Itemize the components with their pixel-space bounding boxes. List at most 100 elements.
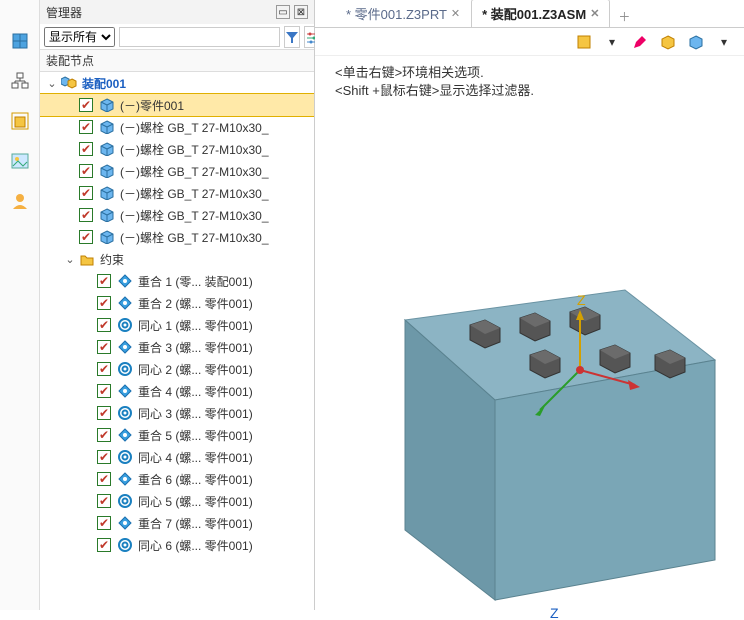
tree-row[interactable]: ✔重合 7 (螺... 零件001) (40, 512, 314, 534)
tree-twisty-icon[interactable]: ⌄ (46, 77, 58, 90)
tree-row[interactable]: ✔同心 3 (螺... 零件001) (40, 402, 314, 424)
toolbar-cube-icon[interactable] (9, 30, 31, 52)
tree-checkbox[interactable]: ✔ (97, 450, 111, 464)
tree-checkbox[interactable]: ✔ (97, 340, 111, 354)
tree-checkbox[interactable]: ✔ (97, 538, 111, 552)
document-tabs: * 零件001.Z3PRT✕* 装配001.Z3ASM✕＋ (315, 0, 744, 28)
tree-row[interactable]: ✔ 重合 1 (零... 装配001) (40, 270, 314, 292)
tree-row[interactable]: ⌄装配001 (40, 72, 314, 94)
tree-checkbox[interactable]: ✔ (97, 296, 111, 310)
tree-row[interactable]: ✔同心 5 (螺... 零件001) (40, 490, 314, 512)
coincident-icon (117, 273, 133, 289)
toolbar-box-icon[interactable] (9, 110, 31, 132)
tree-checkbox[interactable]: ✔ (79, 164, 93, 178)
scene-3d[interactable]: Z Z (315, 90, 744, 610)
tree-row[interactable]: ✔ 同心 6 (螺... 零件001) (40, 534, 314, 556)
folder-icon (79, 251, 95, 267)
tree-row[interactable]: ✔同心 1 (螺... 零件001) (40, 314, 314, 336)
document-tab[interactable]: * 装配001.Z3ASM✕ (471, 0, 610, 27)
axis-z-label: Z (577, 292, 586, 308)
tree-checkbox[interactable]: ✔ (97, 384, 111, 398)
tree-checkbox[interactable]: ✔ (97, 516, 111, 530)
toolbar-image-icon[interactable] (9, 150, 31, 172)
tree-row[interactable]: ✔(－)螺栓 GB_T 27-M10x30_ (40, 182, 314, 204)
viewport: * 零件001.Z3PRT✕* 装配001.Z3ASM✕＋ ▾ ▾ <单击右键>… (315, 0, 744, 610)
assembly-tree[interactable]: ⌄装配001✔(－)零件001✔(－)螺栓 GB_T 27-M10x30_✔(－… (40, 72, 314, 610)
panel-minimize-icon[interactable]: ▭ (276, 5, 290, 19)
tree-row[interactable]: ✔ 重合 2 (螺... 零件001) (40, 292, 314, 314)
tree-checkbox[interactable]: ✔ (97, 318, 111, 332)
view-toolbar: ▾ ▾ (315, 28, 744, 56)
display-mode-select[interactable]: 显示所有 (44, 27, 115, 47)
tree-label: 重合 4 (螺... 零件001) (136, 383, 253, 400)
view-dropdown-icon[interactable]: ▾ (602, 32, 622, 52)
coincident-icon (117, 383, 133, 399)
tree-label: 重合 6 (螺... 零件001) (136, 471, 253, 488)
tree-label: (－)零件001 (118, 97, 184, 114)
tree-checkbox[interactable]: ✔ (79, 186, 93, 200)
tree-section-header: 装配节点 (40, 50, 314, 72)
tab-add-button[interactable]: ＋ (610, 6, 638, 27)
tree-row[interactable]: ✔(－)螺栓 GB_T 27-M10x30_ (40, 204, 314, 226)
panel-header: 管理器 ▭ ⊠ (40, 0, 314, 24)
filter-funnel-icon[interactable] (284, 26, 300, 48)
panel-title: 管理器 (46, 4, 82, 21)
tree-label: 重合 5 (螺... 零件001) (136, 427, 253, 444)
tree-row[interactable]: ✔ 重合 5 (螺... 零件001) (40, 424, 314, 446)
tree-row[interactable]: ✔重合 3 (螺... 零件001) (40, 336, 314, 358)
tree-checkbox[interactable]: ✔ (79, 120, 93, 134)
toolbar-hierarchy-icon[interactable] (9, 70, 31, 92)
coincident-icon (117, 427, 133, 443)
tree-row[interactable]: ✔ (－)零件001 (40, 94, 314, 116)
tree-label: 重合 1 (零... 装配001) (136, 273, 253, 290)
tree-row[interactable]: ✔(－)螺栓 GB_T 27-M10x30_ (40, 160, 314, 182)
bottom-axis-label: Z (550, 605, 559, 620)
tree-row[interactable]: ✔同心 2 (螺... 零件001) (40, 358, 314, 380)
tree-checkbox[interactable]: ✔ (79, 98, 93, 112)
tree-checkbox[interactable]: ✔ (97, 406, 111, 420)
coincident-icon (117, 295, 133, 311)
tree-checkbox[interactable]: ✔ (97, 362, 111, 376)
tree-row[interactable]: ✔(－)螺栓 GB_T 27-M10x30_ (40, 138, 314, 160)
coincident-icon (117, 471, 133, 487)
block-model[interactable]: Z Z (345, 200, 744, 620)
toolbar-user-icon[interactable] (9, 190, 31, 212)
tree-checkbox[interactable]: ✔ (97, 274, 111, 288)
tree-checkbox[interactable]: ✔ (97, 494, 111, 508)
part-icon (99, 141, 115, 157)
view-btn-1[interactable] (574, 32, 594, 52)
tree-label: 约束 (98, 251, 124, 268)
tree-row[interactable]: ✔ (－)螺栓 GB_T 27-M10x30_ (40, 226, 314, 248)
tab-close-icon[interactable]: ✕ (590, 7, 599, 20)
document-tab[interactable]: * 零件001.Z3PRT ✕ (335, 0, 471, 27)
tree-label: 重合 2 (螺... 零件001) (136, 295, 253, 312)
tree-twisty-icon[interactable]: ⌄ (64, 253, 76, 266)
tree-row[interactable]: ✔同心 4 (螺... 零件001) (40, 446, 314, 468)
tree-row[interactable]: ⌄ 约束 (40, 248, 314, 270)
concentric-icon (117, 493, 133, 509)
tree-checkbox[interactable]: ✔ (79, 142, 93, 156)
concentric-icon (117, 361, 133, 377)
view-dropdown-icon-2[interactable]: ▾ (714, 32, 734, 52)
view-btn-cube2[interactable] (686, 32, 706, 52)
tab-close-icon[interactable]: ✕ (451, 7, 460, 20)
concentric-icon (117, 405, 133, 421)
tree-row[interactable]: ✔ 重合 4 (螺... 零件001) (40, 380, 314, 402)
tree-row[interactable]: ✔ 重合 6 (螺... 零件001) (40, 468, 314, 490)
part-icon (99, 97, 115, 113)
tree-label: (－)螺栓 GB_T 27-M10x30_ (118, 229, 269, 246)
tree-label: 同心 6 (螺... 零件001) (136, 537, 253, 554)
tree-checkbox[interactable]: ✔ (79, 208, 93, 222)
manager-panel: 管理器 ▭ ⊠ 显示所有 装配节点 ⌄装配001✔(－)零件001✔(－)螺栓 … (40, 0, 315, 610)
tree-checkbox[interactable]: ✔ (97, 472, 111, 486)
panel-close-icon[interactable]: ⊠ (294, 5, 308, 19)
view-btn-pencil[interactable] (630, 32, 650, 52)
filter-row: 显示所有 (40, 24, 314, 50)
part-icon (99, 229, 115, 245)
tab-label: * 零件001.Z3PRT (346, 4, 447, 23)
view-btn-cube1[interactable] (658, 32, 678, 52)
tree-checkbox[interactable]: ✔ (79, 230, 93, 244)
search-input[interactable] (119, 27, 280, 47)
tree-checkbox[interactable]: ✔ (97, 428, 111, 442)
tree-row[interactable]: ✔(－)螺栓 GB_T 27-M10x30_ (40, 116, 314, 138)
